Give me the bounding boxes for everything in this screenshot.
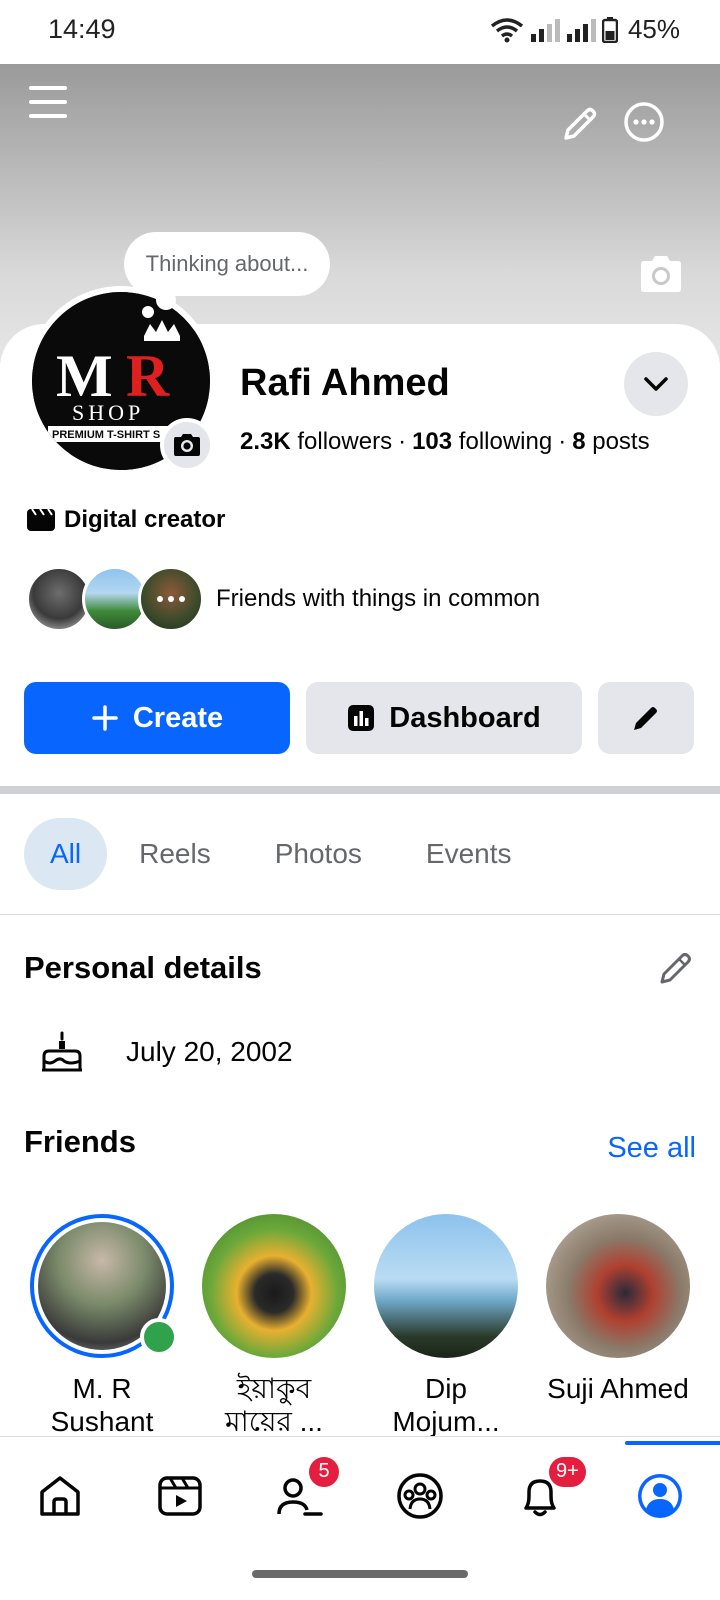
friend-avatar bbox=[374, 1214, 518, 1358]
status-time: 14:49 bbox=[48, 14, 116, 44]
notifications-badge: 9+ bbox=[547, 1454, 588, 1489]
svg-text:SHOP: SHOP bbox=[72, 400, 144, 425]
friend-card[interactable]: Suji Ahmed bbox=[546, 1214, 690, 1444]
signal-icon-sim2 bbox=[566, 18, 596, 42]
battery-icon bbox=[601, 16, 618, 43]
friend-card[interactable]: M. R Sushant bbox=[30, 1214, 178, 1444]
nav-groups[interactable] bbox=[375, 1451, 465, 1541]
bubble-dot bbox=[156, 290, 176, 310]
tabs-divider bbox=[0, 914, 720, 915]
nav-home[interactable] bbox=[15, 1451, 105, 1541]
profile-stats: 2.3K followers · 103 following · 8 posts bbox=[240, 428, 650, 456]
home-indicator[interactable] bbox=[252, 1570, 468, 1578]
hamburger-icon bbox=[29, 86, 67, 118]
edit-details-button[interactable] bbox=[654, 946, 698, 990]
wifi-icon bbox=[490, 17, 524, 42]
edit-profile-button[interactable] bbox=[598, 682, 694, 754]
camera-icon bbox=[174, 434, 200, 456]
plus-icon bbox=[92, 705, 118, 731]
mutual-friends-text: Friends with things in common bbox=[216, 585, 541, 612]
battery-percent: 45% bbox=[627, 14, 680, 44]
birthday-cake-icon bbox=[42, 1031, 82, 1072]
following-count[interactable]: 103 bbox=[412, 428, 452, 455]
nav-notifications[interactable]: 9+ bbox=[495, 1451, 588, 1541]
pencil-icon bbox=[634, 707, 657, 730]
friend-avatar-wrap bbox=[374, 1214, 518, 1358]
friend-avatar bbox=[546, 1214, 690, 1358]
birthday-row: July 20, 2002 bbox=[40, 1030, 293, 1074]
status-bar: 14:49 45% bbox=[0, 0, 720, 64]
tab-reels[interactable]: Reels bbox=[107, 818, 243, 890]
clapperboard-icon bbox=[27, 508, 55, 531]
friends-title: Friends bbox=[24, 1124, 136, 1159]
mutual-avatar-more bbox=[138, 566, 204, 632]
dashboard-icon bbox=[348, 705, 375, 731]
followers-label[interactable]: followers bbox=[297, 428, 392, 455]
video-icon bbox=[158, 1475, 202, 1516]
nav-friends[interactable]: 5 bbox=[255, 1451, 345, 1541]
dashboard-button[interactable]: Dashboard bbox=[306, 682, 582, 754]
posts-label: posts bbox=[592, 428, 650, 455]
online-status-dot bbox=[140, 1318, 178, 1356]
bottom-navigation: 5 9+ bbox=[0, 1436, 720, 1554]
separator-dot: · bbox=[398, 428, 407, 455]
thought-bubble[interactable]: Thinking about... bbox=[124, 232, 330, 296]
section-divider bbox=[0, 786, 720, 794]
profile-tabs: All Reels Photos Events bbox=[24, 818, 544, 890]
menu-button[interactable] bbox=[24, 78, 72, 126]
friend-card[interactable]: Dip Mojum... bbox=[374, 1214, 518, 1444]
profile-switch-button[interactable] bbox=[624, 352, 688, 416]
bubble-dot bbox=[142, 306, 154, 318]
create-button-label: Create bbox=[132, 701, 224, 734]
friend-name: M. R Sushant bbox=[50, 1373, 154, 1437]
thought-bubble-text: Thinking about... bbox=[145, 251, 309, 276]
edit-cover-photo-button[interactable] bbox=[636, 252, 686, 296]
edit-profile-top-button[interactable] bbox=[556, 100, 604, 148]
dashboard-button-label: Dashboard bbox=[389, 701, 541, 734]
personal-details-title: Personal details bbox=[24, 950, 262, 985]
svg-text:PREMIUM T-SHIRT S: PREMIUM T-SHIRT S bbox=[52, 429, 160, 441]
tab-events[interactable]: Events bbox=[394, 818, 544, 890]
posts-count: 8 bbox=[572, 428, 586, 455]
birthday-text: July 20, 2002 bbox=[126, 1036, 293, 1067]
status-icons: 45% bbox=[490, 14, 680, 45]
profile-name: Rafi Ahmed bbox=[240, 362, 450, 404]
tab-all[interactable]: All bbox=[24, 818, 108, 890]
profile-category: Digital creator bbox=[26, 506, 225, 534]
signal-icon-sim1 bbox=[530, 18, 560, 42]
friends-list: M. R Sushant ইয়াকুব মায়ের ... Dip Moju… bbox=[30, 1214, 690, 1444]
pencil-icon bbox=[660, 953, 691, 984]
friend-card[interactable]: ইয়াকুব মায়ের ... bbox=[202, 1214, 346, 1444]
groups-icon bbox=[397, 1472, 443, 1519]
avatar-camera-button[interactable] bbox=[160, 418, 214, 472]
profile-icon bbox=[638, 1473, 682, 1518]
friends-badge: 5 bbox=[307, 1454, 341, 1489]
friend-name: Suji Ahmed bbox=[547, 1373, 689, 1404]
more-dots-icon bbox=[157, 596, 185, 602]
profile-actions: Create Dashboard bbox=[24, 682, 694, 754]
separator-dot: · bbox=[558, 428, 567, 455]
friend-avatar-wrap bbox=[202, 1214, 346, 1358]
friend-avatar-wrap bbox=[30, 1214, 178, 1358]
following-label[interactable]: following bbox=[459, 428, 552, 455]
nav-video[interactable] bbox=[135, 1451, 225, 1541]
nav-profile[interactable] bbox=[615, 1440, 720, 1541]
more-options-button[interactable] bbox=[620, 98, 668, 146]
friend-name: ইয়াকুব মায়ের ... bbox=[225, 1373, 323, 1437]
more-icon bbox=[624, 102, 664, 142]
pencil-icon bbox=[564, 107, 597, 140]
mutual-friends[interactable]: Friends with things in common bbox=[26, 566, 540, 632]
create-button[interactable]: Create bbox=[24, 682, 290, 754]
friend-avatar bbox=[202, 1214, 346, 1358]
category-label: Digital creator bbox=[64, 506, 226, 533]
followers-count[interactable]: 2.3K bbox=[240, 428, 291, 455]
friend-avatar-wrap bbox=[546, 1214, 690, 1358]
camera-icon bbox=[641, 256, 681, 292]
chevron-down-icon bbox=[644, 377, 668, 391]
friend-name: Dip Mojum... bbox=[392, 1373, 500, 1437]
tab-photos[interactable]: Photos bbox=[243, 818, 394, 890]
home-icon bbox=[40, 1475, 80, 1516]
see-all-friends-link[interactable]: See all bbox=[607, 1132, 696, 1165]
